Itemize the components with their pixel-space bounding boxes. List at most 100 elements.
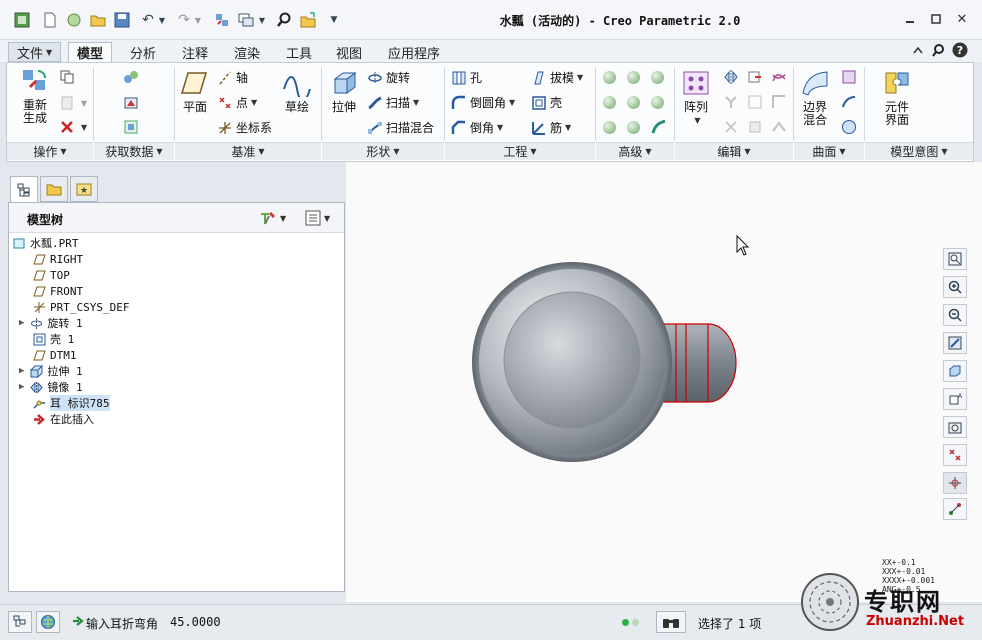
advanced-feature-8[interactable] (627, 121, 640, 134)
zoom-out-button[interactable] (943, 304, 967, 326)
tree-item-ear[interactable]: 耳 标识785 (33, 395, 110, 411)
select-folder-icon[interactable] (298, 10, 318, 30)
view-manager-button[interactable] (943, 416, 967, 438)
axis-button[interactable]: 轴 (217, 69, 248, 86)
minimize-ribbon-icon[interactable] (908, 41, 928, 59)
tab-model-tree[interactable] (10, 176, 38, 202)
group-datum[interactable]: 基准 ▼ (175, 142, 321, 160)
merge-button[interactable] (723, 94, 742, 110)
tree-item-csys[interactable]: PRT_CSYS_DEF (33, 299, 129, 315)
windows-icon[interactable] (236, 10, 256, 30)
advanced-feature-1[interactable] (603, 71, 616, 84)
chamfer-button[interactable]: 倒角 ▼ (451, 119, 503, 136)
search-icon[interactable] (928, 41, 948, 59)
windows-dropdown-icon[interactable]: ▼ (256, 10, 268, 30)
advanced-feature-7[interactable] (603, 121, 616, 134)
tab-analysis[interactable]: 分析 (122, 42, 164, 62)
style-button[interactable] (841, 94, 860, 110)
toggle-browser-button[interactable] (36, 611, 60, 633)
spin-center-button[interactable] (943, 472, 967, 494)
redo-icon[interactable]: ↷ (174, 10, 194, 30)
group-get-data[interactable]: 获取数据 ▼ (94, 142, 174, 160)
delete-button[interactable]: ▼ (59, 119, 87, 135)
help-icon[interactable]: ? (950, 41, 970, 59)
tree-item-front[interactable]: FRONT (33, 283, 83, 299)
tab-applications[interactable]: 应用程序 (380, 42, 448, 62)
tree-item-shell[interactable]: 壳 1 (33, 331, 74, 347)
expand-arrow-icon[interactable]: ▶ (19, 318, 24, 328)
advanced-feature-9[interactable] (651, 119, 670, 135)
tab-tools[interactable]: 工具 (278, 42, 320, 62)
new-file-icon[interactable] (40, 10, 60, 30)
thicken-button[interactable] (771, 119, 790, 135)
open-session-icon[interactable] (64, 10, 84, 30)
refit-button[interactable] (943, 248, 967, 270)
paste-button[interactable]: ▼ (59, 95, 87, 111)
customize-toolbar-icon[interactable]: ▼ (326, 10, 342, 30)
model-viewport[interactable] (346, 162, 982, 602)
plane-button[interactable]: 平面 (177, 69, 213, 114)
solidify-button[interactable] (747, 119, 766, 135)
repaint-button[interactable] (943, 332, 967, 354)
tree-item-mirror[interactable]: ▶ 镜像 1 (19, 379, 83, 395)
group-engineering[interactable]: 工程 ▼ (445, 142, 595, 160)
expand-arrow-icon[interactable]: ▶ (19, 366, 24, 376)
boundary-blend-button[interactable]: 边界混合 (797, 69, 833, 127)
tab-view[interactable]: 视图 (328, 42, 370, 62)
tab-file[interactable]: 文件 ▼ (8, 42, 62, 62)
tab-render[interactable]: 渲染 (226, 42, 268, 62)
group-surfaces[interactable]: 曲面 ▼ (794, 142, 864, 160)
saved-orientations-button[interactable]: AB (943, 388, 967, 410)
intersect-button[interactable] (723, 119, 742, 135)
show-button[interactable]: ▼ (305, 210, 330, 226)
group-shapes[interactable]: 形状 ▼ (322, 142, 444, 160)
sketch-button[interactable]: 草绘 (279, 69, 315, 114)
advanced-feature-5[interactable] (627, 96, 640, 109)
tree-item-dtm1[interactable]: DTM1 (33, 347, 77, 363)
tree-item-insert-here[interactable]: 在此插入 (33, 411, 94, 427)
sweep-button[interactable]: 扫描 ▼ (367, 94, 419, 111)
group-editing[interactable]: 编辑 ▼ (675, 142, 793, 160)
advanced-feature-2[interactable] (627, 71, 640, 84)
extrude-button[interactable]: 拉伸 (325, 69, 363, 114)
tab-annotate[interactable]: 注释 (174, 42, 216, 62)
group-operations[interactable]: 操作 ▼ (7, 142, 93, 160)
point-button[interactable]: 点 ▼ (217, 94, 257, 111)
handle-ear[interactable] (663, 323, 737, 403)
rib-button[interactable]: 筋 ▼ (531, 119, 571, 136)
bowl-model[interactable] (472, 262, 672, 462)
tree-item-part[interactable]: 水瓢.PRT (13, 235, 79, 251)
close-icon[interactable]: ✕ (952, 10, 972, 28)
mirror-button[interactable] (723, 69, 742, 85)
find-icon[interactable] (274, 10, 294, 30)
shrinkwrap-button[interactable] (123, 119, 142, 135)
project-button[interactable] (771, 69, 790, 85)
extend-button[interactable] (747, 69, 766, 85)
tab-favorites[interactable]: ★ (70, 176, 98, 202)
redo-dropdown-icon[interactable]: ▼ (192, 10, 204, 30)
round-button[interactable]: 倒圆角 ▼ (451, 94, 515, 111)
save-icon[interactable] (112, 10, 132, 30)
advanced-feature-4[interactable] (603, 96, 616, 109)
undo-icon[interactable]: ↶ (138, 10, 158, 30)
tree-item-right[interactable]: RIGHT (33, 251, 83, 267)
expand-arrow-icon[interactable]: ▶ (19, 382, 24, 392)
copy-geometry-button[interactable] (123, 95, 142, 111)
find-button[interactable] (656, 611, 686, 633)
advanced-feature-3[interactable] (651, 71, 664, 84)
draft-button[interactable]: 拔模 ▼ (531, 69, 583, 86)
shell-button[interactable]: 壳 (531, 94, 562, 111)
pattern-button[interactable]: 阵列 ▼ (679, 69, 713, 127)
advanced-feature-6[interactable] (651, 96, 664, 109)
user-defined-feature-button[interactable] (123, 69, 142, 85)
open-folder-icon[interactable] (88, 10, 108, 30)
tree-item-revolve[interactable]: ▶ 旋转 1 (19, 315, 83, 331)
tab-model[interactable]: 模型 (68, 42, 113, 62)
csys-button[interactable]: 坐标系 (217, 119, 272, 136)
graphics-window[interactable]: XX+-0.1 XXX+-0.01 XXXX+-0.001 ANG+-0.5 (346, 162, 982, 602)
offset-button[interactable] (771, 94, 790, 110)
regenerate-button[interactable]: 重新生成 (13, 67, 57, 125)
tree-item-extrude[interactable]: ▶ 拉伸 1 (19, 363, 83, 379)
group-advanced[interactable]: 高级 ▼ (596, 142, 674, 160)
toggle-navigator-button[interactable] (8, 611, 32, 633)
